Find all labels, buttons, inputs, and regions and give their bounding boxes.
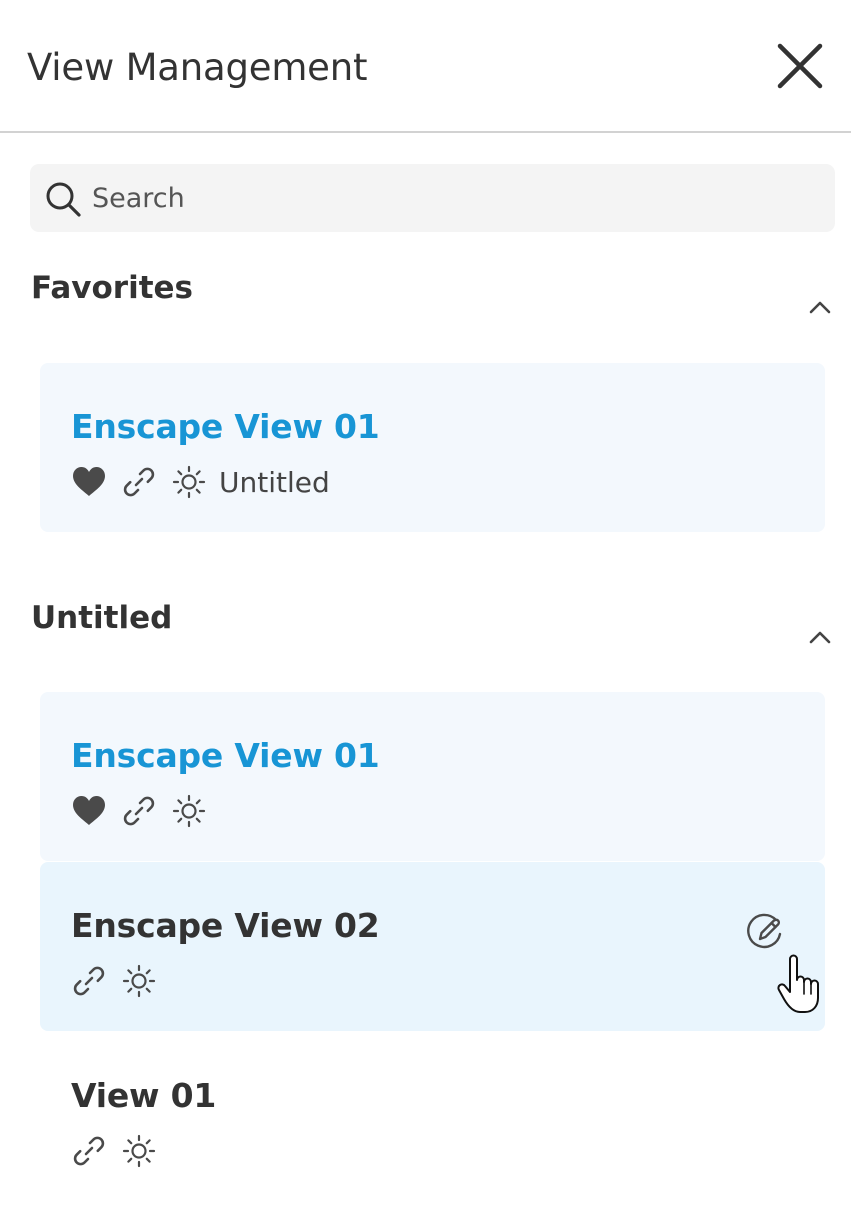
- edit-icon[interactable]: [746, 912, 786, 952]
- search-box: [30, 164, 835, 232]
- search-icon: [46, 182, 81, 217]
- close-icon[interactable]: [772, 38, 828, 94]
- panel-title: View Management: [27, 46, 368, 89]
- chevron-up-icon[interactable]: [806, 296, 834, 318]
- link-icon[interactable]: [71, 1133, 107, 1169]
- panel-header: View Management: [0, 0, 851, 133]
- view-card-hovered[interactable]: Enscape View 02: [40, 862, 825, 1031]
- link-icon[interactable]: [71, 963, 107, 999]
- view-meta: Untitled: [71, 463, 330, 501]
- sun-icon[interactable]: [121, 963, 157, 999]
- view-card-favorite[interactable]: Enscape View 01 Untitled: [40, 363, 825, 532]
- link-icon[interactable]: [121, 793, 157, 829]
- view-title[interactable]: Enscape View 02: [71, 904, 380, 948]
- view-meta: [71, 792, 221, 830]
- section-title-untitled: Untitled: [31, 600, 173, 636]
- view-meta: [71, 1132, 171, 1170]
- heart-icon[interactable]: [71, 465, 107, 499]
- sun-icon[interactable]: [171, 793, 207, 829]
- view-management-panel: View Management Favorites Enscape View 0…: [0, 0, 851, 1208]
- section-title-favorites: Favorites: [31, 270, 193, 306]
- hand-pointer-cursor-icon: [777, 954, 819, 1013]
- view-title[interactable]: Enscape View 01: [71, 734, 380, 778]
- heart-icon[interactable]: [71, 794, 107, 828]
- view-title[interactable]: Enscape View 01: [71, 405, 380, 449]
- sun-icon[interactable]: [121, 1133, 157, 1169]
- search-input[interactable]: [92, 164, 822, 232]
- link-icon[interactable]: [121, 464, 157, 500]
- view-meta: [71, 962, 171, 1000]
- view-card[interactable]: Enscape View 01: [40, 692, 825, 861]
- view-title[interactable]: View 01: [71, 1074, 216, 1118]
- sun-icon[interactable]: [171, 464, 207, 500]
- view-card[interactable]: View 01: [40, 1032, 825, 1201]
- view-tag-label: Untitled: [219, 465, 330, 499]
- chevron-up-icon[interactable]: [806, 626, 834, 648]
